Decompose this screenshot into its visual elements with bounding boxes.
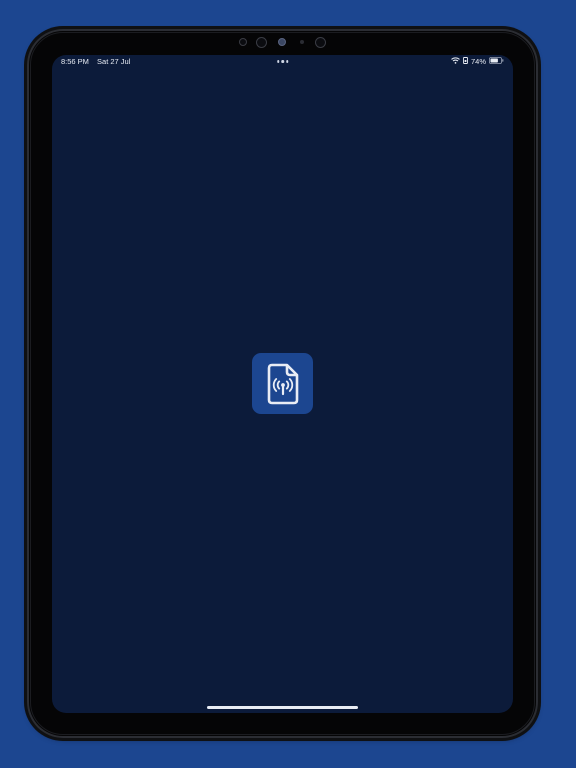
sensor-dot [300, 40, 304, 44]
tablet-device-frame: 8:56 PM Sat 27 Jul 74% [27, 29, 538, 738]
app-launch-icon [252, 353, 313, 414]
battery-percent: 74% [470, 57, 486, 66]
device-screen: 8:56 PM Sat 27 Jul 74% [52, 55, 513, 713]
status-bar: 8:56 PM Sat 27 Jul 74% [52, 55, 513, 69]
sensor-dot [239, 38, 247, 46]
battery-icon [489, 55, 504, 69]
document-broadcast-icon [267, 363, 298, 404]
sensor-dot [315, 36, 326, 48]
multitasking-dots-icon[interactable] [276, 60, 289, 63]
camera-lens-icon [278, 38, 286, 46]
status-date: Sat 27 Jul [97, 57, 131, 66]
page-background: 8:56 PM Sat 27 Jul 74% [0, 0, 576, 768]
home-indicator[interactable] [207, 706, 358, 709]
wifi-icon [451, 55, 460, 69]
lock-rotation-icon [463, 55, 468, 69]
status-time-date: 8:56 PM Sat 27 Jul [61, 55, 136, 69]
sensor-dot [256, 36, 267, 48]
camera-sensor-bar [27, 35, 538, 49]
status-indicators: 74% [451, 55, 504, 69]
status-time: 8:56 PM [61, 57, 89, 66]
